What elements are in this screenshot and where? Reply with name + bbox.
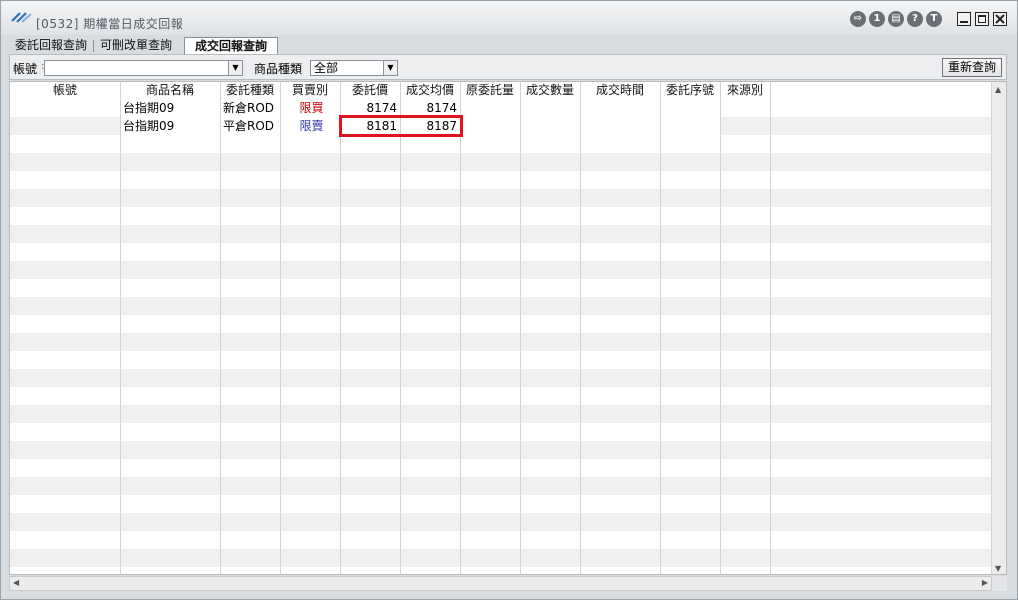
account-select[interactable]: ▼ <box>44 60 243 76</box>
refresh-button[interactable]: 重新查詢 <box>942 58 1002 77</box>
scroll-corner <box>992 576 1007 591</box>
empty-row <box>10 135 992 153</box>
empty-row <box>10 441 992 459</box>
column-header-avg-price[interactable]: 成交均價 <box>400 82 460 99</box>
print-icon[interactable]: ▤ <box>888 11 904 27</box>
empty-row <box>10 405 992 423</box>
column-header-account[interactable]: 帳號 <box>10 82 120 99</box>
empty-row <box>10 171 992 189</box>
filter-bar: 帳號 : ▼ 商品種類 全部 ▼ 重新查詢 <box>9 54 1007 80</box>
empty-row <box>10 549 992 567</box>
empty-row <box>10 279 992 297</box>
empty-row <box>10 261 992 279</box>
product-type-label: 商品種類 <box>254 62 303 76</box>
column-header-product[interactable]: 商品名稱 <box>120 82 220 99</box>
exit-icon[interactable]: ⇨ <box>850 11 866 27</box>
empty-row <box>10 423 992 441</box>
empty-row <box>10 477 992 495</box>
tab-strip: 委託回報查詢 可刪改單查詢 成交回報查詢 <box>9 37 279 54</box>
column-divider <box>520 82 521 574</box>
empty-row <box>10 531 992 549</box>
maximize-button[interactable] <box>975 12 989 26</box>
empty-row <box>10 459 992 477</box>
cell-product: 台指期09 <box>123 101 175 115</box>
empty-row <box>10 513 992 531</box>
column-divider <box>120 82 121 574</box>
cell-order-type: 新倉ROD <box>223 101 275 115</box>
empty-row <box>10 207 992 225</box>
tab-order-report[interactable]: 委託回報查詢 <box>9 37 93 54</box>
column-header-source[interactable]: 來源別 <box>720 82 770 99</box>
empty-row <box>10 495 992 513</box>
column-divider <box>220 82 221 574</box>
chevron-down-icon[interactable]: ▼ <box>383 61 397 75</box>
scroll-left-icon[interactable]: ◀ <box>13 578 19 587</box>
app-logo-icon <box>11 12 32 23</box>
highlight-box <box>339 115 463 137</box>
column-header-order-no[interactable]: 委託序號 <box>660 82 720 99</box>
vertical-scrollbar[interactable]: ▲ ▼ <box>991 82 1006 574</box>
column-header-fill-time[interactable]: 成交時間 <box>580 82 660 99</box>
fill-report-table: 帳號 商品名稱 委託種類 買賣別 委託價 成交均價 原委託量 成交數量 成交時間 委託序號 來源別台… <box>9 81 1007 575</box>
empty-row <box>10 243 992 261</box>
horizontal-scrollbar[interactable]: ◀ ▶ <box>9 576 992 591</box>
minimize-button[interactable] <box>957 12 971 26</box>
empty-row <box>10 333 992 351</box>
number-one-icon[interactable]: 1 <box>869 11 885 27</box>
empty-row <box>10 387 992 405</box>
product-type-select[interactable]: 全部 ▼ <box>310 60 398 76</box>
cell-side: 限賣 <box>299 119 324 133</box>
column-header-fill-qty[interactable]: 成交數量 <box>520 82 580 99</box>
empty-row <box>10 297 992 315</box>
column-divider <box>460 82 461 574</box>
title-toolbar: ⇨ 1 ▤ ? T <box>850 11 1007 27</box>
column-header-order-price[interactable]: 委託價 <box>340 82 400 99</box>
table-body: 帳號 商品名稱 委託種類 買賣別 委託價 成交均價 原委託量 成交數量 成交時間 委託序號 來源別台… <box>10 82 992 574</box>
cell-side: 限買 <box>299 101 324 115</box>
column-divider <box>660 82 661 574</box>
empty-row <box>10 189 992 207</box>
empty-row <box>10 315 992 333</box>
column-divider <box>280 82 281 574</box>
scroll-down-icon[interactable]: ▼ <box>995 564 1001 573</box>
empty-row <box>10 153 992 171</box>
cell-product: 台指期09 <box>123 119 175 133</box>
help-icon[interactable]: ? <box>907 11 923 27</box>
empty-row <box>10 567 992 574</box>
column-divider <box>580 82 581 574</box>
column-divider <box>400 82 401 574</box>
t-icon[interactable]: T <box>926 11 942 27</box>
chevron-down-icon[interactable]: ▼ <box>228 61 242 75</box>
column-divider <box>340 82 341 574</box>
empty-row <box>10 351 992 369</box>
tab-modifiable-orders[interactable]: 可刪改單查詢 <box>94 37 178 54</box>
empty-row <box>10 225 992 243</box>
column-header-order-type[interactable]: 委託種類 <box>220 82 280 99</box>
column-divider <box>770 82 771 574</box>
order-fill-window: [0532] 期權當日成交回報 ⇨ 1 ▤ ? T 委託回報查詢 可刪改單查詢 <box>0 0 1018 600</box>
column-header-side[interactable]: 買賣別 <box>280 82 340 99</box>
scroll-right-icon[interactable]: ▶ <box>982 578 988 587</box>
scroll-up-icon[interactable]: ▲ <box>995 85 1001 94</box>
empty-row <box>10 369 992 387</box>
title-bar[interactable]: [0532] 期權當日成交回報 ⇨ 1 ▤ ? T <box>1 1 1017 35</box>
tab-fill-report[interactable]: 成交回報查詢 <box>184 37 279 54</box>
close-button[interactable] <box>993 12 1007 26</box>
close-icon <box>995 14 1005 24</box>
column-divider <box>720 82 721 574</box>
cell-order-type: 平倉ROD <box>223 119 275 133</box>
column-header-orig-qty[interactable]: 原委託量 <box>460 82 520 99</box>
account-label: 帳號 <box>13 62 38 76</box>
product-type-value: 全部 <box>314 61 339 75</box>
window-title: [0532] 期權當日成交回報 <box>36 17 184 31</box>
